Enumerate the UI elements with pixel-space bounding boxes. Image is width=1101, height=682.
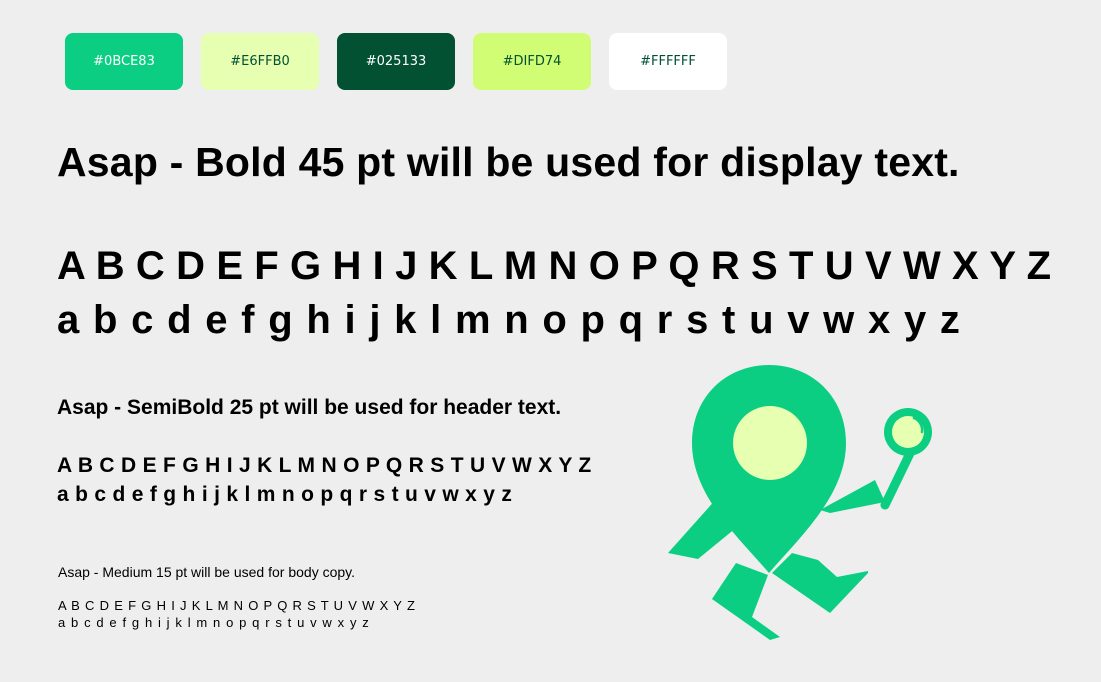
body-font-caption: Asap - Medium 15 pt will be used for bod…: [58, 564, 356, 580]
header-font-caption: Asap - SemiBold 25 pt will be used for h…: [57, 396, 562, 419]
display-font-caption: Asap - Bold 45 pt will be used for displ…: [57, 139, 960, 185]
color-palette: #0BCE83 #E6FFB0 #025133 #DIFD74 #FFFFFF: [65, 33, 727, 90]
display-lowercase-alphabet: a b c d e f g h i j k l m n o p q r s t …: [57, 298, 962, 342]
map-pin-mascot-with-magnifier-icon: [668, 365, 932, 640]
color-swatch-1: #E6FFB0: [201, 33, 319, 90]
header-lowercase-alphabet: a b c d e f g h i j k l m n o p q r s t …: [57, 483, 513, 506]
color-swatch-2: #025133: [337, 33, 455, 90]
body-lowercase-alphabet: a b c d e f g h i j k l m n o p q r s t …: [58, 615, 370, 630]
color-swatch-0: #0BCE83: [65, 33, 183, 90]
display-uppercase-alphabet: A B C D E F G H I J K L M N O P Q R S T …: [57, 244, 1052, 288]
color-swatch-4: #FFFFFF: [609, 33, 727, 90]
header-uppercase-alphabet: A B C D E F G H I J K L M N O P Q R S T …: [57, 454, 592, 477]
color-swatch-3: #DIFD74: [473, 33, 591, 90]
body-uppercase-alphabet: A B C D E F G H I J K L M N O P Q R S T …: [58, 598, 416, 613]
